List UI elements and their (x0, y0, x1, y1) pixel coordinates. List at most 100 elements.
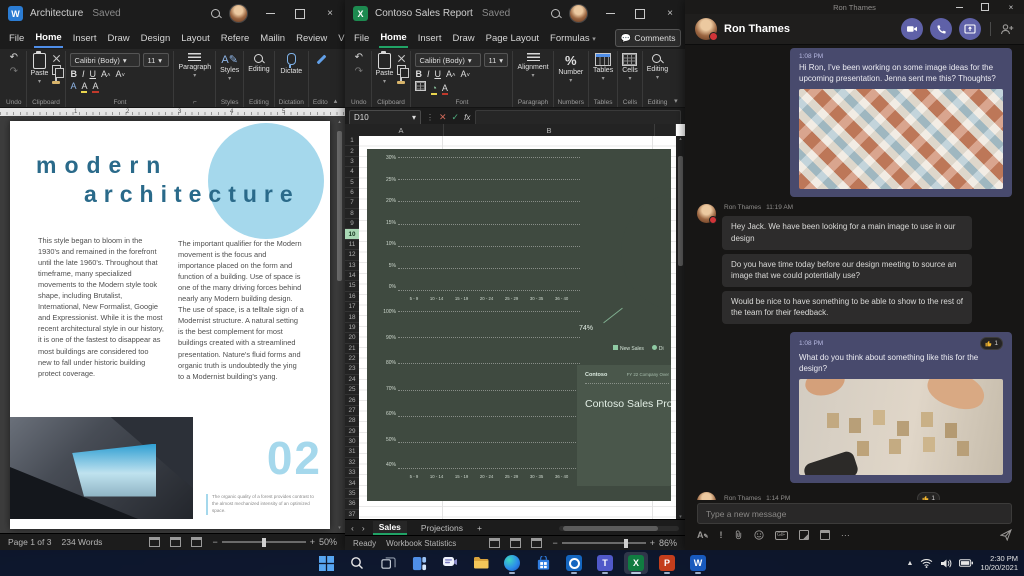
font-name-select[interactable]: Calibri (Body) ▾ (70, 53, 141, 67)
row-header-7[interactable]: 7 (345, 198, 359, 209)
screen-share-button[interactable] (959, 18, 981, 40)
contact-avatar[interactable] (697, 204, 717, 225)
paragraph-dialog-launcher[interactable]: ⌐ (193, 98, 197, 106)
chat-message-list[interactable]: 1:08 PM Hi Ron, I've been working on som… (685, 44, 1024, 500)
sheet-nav-left-icon[interactable]: ‹ (351, 523, 354, 533)
contact-avatar[interactable] (695, 18, 718, 41)
show-hidden-icons-button[interactable]: ▲ (907, 560, 914, 567)
close-button[interactable]: × (998, 0, 1024, 14)
text-effects-icon[interactable]: A (70, 81, 76, 91)
row-header-25[interactable]: 25 (345, 385, 359, 396)
minimize-button[interactable] (255, 0, 285, 27)
cells-button[interactable]: Cells ▾ (622, 53, 638, 82)
building-facade-photo[interactable] (799, 89, 1003, 190)
grid-cells[interactable]: 30% 25% 20% 15% 10% 5% 0% 5 - 9 10 - 14 15 - 19 20… (359, 136, 676, 520)
shrink-font-button[interactable]: A˅ (116, 69, 126, 79)
excel-zoom-control[interactable]: − + 86% (552, 538, 677, 548)
cut-icon[interactable] (397, 54, 405, 62)
row-header-4[interactable]: 4 (345, 167, 359, 178)
sales-dashboard-image[interactable]: 30% 25% 20% 15% 10% 5% 0% 5 - 9 10 - 14 15 - 19 20… (367, 149, 671, 501)
italic-button[interactable]: I (82, 69, 85, 79)
row-header-34[interactable]: 34 (345, 478, 359, 489)
row-header-5[interactable]: 5 (345, 178, 359, 188)
word-tab-view[interactable]: View (337, 30, 345, 47)
row-header-28[interactable]: 28 (345, 416, 359, 427)
editor-button[interactable] (315, 53, 326, 64)
maximize-button[interactable] (285, 0, 315, 27)
row-header-18[interactable]: 18 (345, 312, 359, 323)
fill-color-button[interactable]: ◔ (431, 83, 438, 95)
read-mode-icon[interactable] (149, 537, 161, 547)
attach-icon[interactable] (734, 530, 743, 540)
account-avatar[interactable] (229, 4, 248, 23)
teams-taskbar-button[interactable]: T (593, 552, 617, 574)
emoji-icon[interactable] (753, 530, 764, 540)
excel-tab-home[interactable]: Home (379, 29, 408, 48)
redo-icon[interactable]: ↷ (355, 67, 363, 77)
web-layout-icon[interactable] (191, 537, 203, 547)
word-tab-file[interactable]: File (8, 30, 25, 47)
video-call-button[interactable] (901, 18, 923, 40)
excel-tab-formulas[interactable]: Formulas ▾ (549, 30, 597, 47)
collapse-ribbon-icon[interactable]: ▴ (332, 97, 342, 107)
cut-icon[interactable] (52, 54, 60, 62)
received-message[interactable]: Would be nice to have something to be ab… (722, 290, 972, 324)
word-tab-review[interactable]: Review (295, 30, 328, 47)
excel-vertical-scrollbar[interactable]: ▴ ▾ (676, 136, 685, 520)
row-header-9[interactable]: 9 (345, 219, 359, 230)
chat-button[interactable] (438, 552, 462, 574)
volume-icon[interactable] (940, 558, 952, 569)
grow-font-button[interactable]: A˄ (446, 69, 456, 79)
taskbar-clock[interactable]: 2:30 PM 10/20/2021 (980, 554, 1018, 573)
font-color-button[interactable]: A (92, 81, 99, 93)
excel-tab-insert[interactable]: Insert (417, 30, 443, 47)
row-header-19[interactable]: 19 (345, 323, 359, 334)
grow-font-button[interactable]: A˄ (101, 69, 111, 79)
maximize-button[interactable] (625, 0, 655, 27)
bold-button[interactable]: B (70, 69, 77, 79)
collapse-ribbon-icon[interactable]: ▾ (672, 97, 682, 107)
row-header-8[interactable]: 8 (345, 209, 359, 219)
thumbs-up-reaction[interactable]: 1 (917, 492, 940, 500)
page-indicator[interactable]: Page 1 of 3 (8, 537, 51, 547)
scroll-down-icon[interactable]: ▾ (338, 525, 341, 531)
font-size-select[interactable]: 11 ▾ (143, 53, 170, 67)
page-layout-view-icon[interactable] (510, 538, 522, 548)
page-break-view-icon[interactable] (531, 538, 543, 548)
highlight-color-button[interactable]: A (81, 81, 88, 93)
word-tab-design[interactable]: Design (140, 30, 172, 47)
schedule-icon[interactable] (819, 530, 830, 540)
editing-button[interactable]: Editing ▾ (647, 53, 668, 81)
word-zoom-control[interactable]: − + 50% (212, 537, 337, 547)
word-tab-insert[interactable]: Insert (72, 30, 98, 47)
alignment-button[interactable]: Alignment ▾ (517, 53, 549, 79)
minimize-button[interactable] (595, 0, 625, 27)
formula-bar-splitter[interactable]: ⋮ (426, 113, 434, 122)
underline-button[interactable]: U (89, 69, 96, 79)
row-header-27[interactable]: 27 (345, 406, 359, 417)
send-icon[interactable] (1000, 529, 1012, 541)
row-header-33[interactable]: 33 (345, 468, 359, 479)
excel-tab-file[interactable]: File (353, 30, 370, 47)
row-header-3[interactable]: 3 (345, 157, 359, 168)
architecture-model-photo[interactable] (799, 379, 1003, 476)
format-icon[interactable]: A✎ (697, 530, 709, 540)
row-headers[interactable]: 1 2 3 4 5 6 7 8 9 10 11 12 13 14 15 16 17 18 19 20 21 22 23 24 2… (345, 136, 359, 520)
more-options-icon[interactable]: ⋯ (841, 530, 850, 541)
dictate-button[interactable]: Dictate (280, 53, 302, 75)
excel-tab-draw[interactable]: Draw (451, 30, 475, 47)
sent-message[interactable]: 1:08 PM 1 What do you think about someth… (790, 331, 1012, 484)
add-people-icon[interactable] (1000, 23, 1014, 35)
gif-icon[interactable]: GIF (774, 530, 788, 540)
store-button[interactable] (531, 552, 555, 574)
column-headers[interactable]: A B (359, 124, 676, 136)
underline-button[interactable]: U (434, 69, 441, 79)
contact-avatar[interactable] (697, 492, 716, 500)
new-sheet-icon[interactable]: + (477, 523, 482, 533)
file-explorer-button[interactable] (469, 552, 493, 574)
font-size-select[interactable]: 11 ▾ (484, 53, 509, 67)
sheet-tab-projections[interactable]: Projections (415, 522, 469, 534)
thumbs-up-reaction[interactable]: 1 (980, 336, 1003, 350)
row-header-13[interactable]: 13 (345, 261, 359, 271)
copy-icon[interactable] (397, 65, 410, 78)
